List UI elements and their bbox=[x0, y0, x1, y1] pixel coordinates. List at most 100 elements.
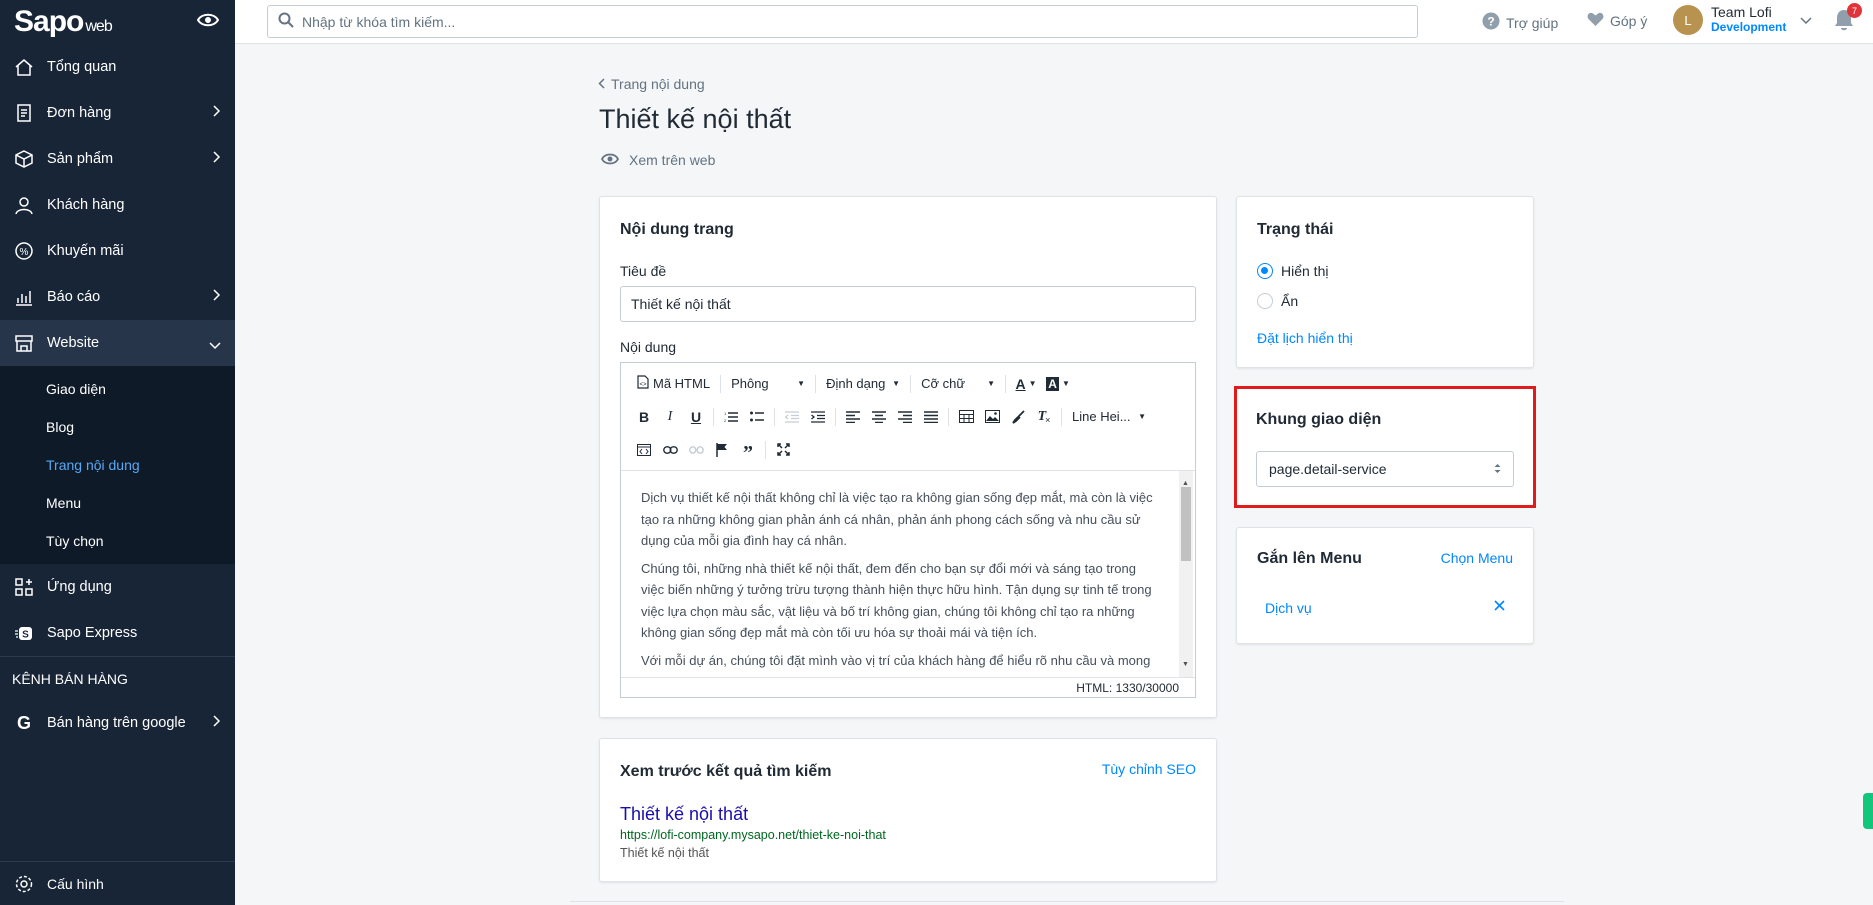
chevron-right-icon bbox=[213, 151, 221, 167]
schedule-publish-link[interactable]: Đặt lịch hiển thị bbox=[1257, 330, 1353, 346]
font-select[interactable]: Phông ▼ bbox=[725, 376, 811, 391]
scroll-thumb[interactable] bbox=[1181, 487, 1191, 561]
store-icon bbox=[12, 331, 36, 355]
chart-icon bbox=[12, 285, 36, 309]
svg-text:S: S bbox=[22, 630, 29, 641]
visible-radio[interactable] bbox=[1257, 263, 1273, 279]
chevron-right-icon bbox=[213, 105, 221, 121]
image-icon[interactable] bbox=[979, 405, 1005, 429]
sidebar-item-sapo-express[interactable]: S Sapo Express bbox=[0, 610, 235, 656]
table-icon[interactable] bbox=[953, 405, 979, 429]
font-size-select[interactable]: Cỡ chữ ▼ bbox=[915, 376, 1001, 391]
chat-widget-tab[interactable] bbox=[1863, 793, 1873, 829]
subnav-item-preferences[interactable]: Tùy chọn bbox=[0, 522, 235, 560]
ordered-list-icon[interactable]: 12 bbox=[718, 405, 744, 429]
format-painter-icon[interactable] bbox=[1005, 405, 1031, 429]
sidebar-item-label: Đơn hàng bbox=[47, 105, 112, 121]
format-select[interactable]: Định dạng ▼ bbox=[820, 376, 906, 391]
sidebar-item-customers[interactable]: Khách hàng bbox=[0, 182, 235, 228]
toolbar-separator bbox=[815, 374, 817, 393]
sidebar-item-label: Báo cáo bbox=[47, 289, 101, 305]
sidebar-item-promotions[interactable]: % Khuyến mãi bbox=[0, 228, 235, 274]
blockquote-icon[interactable]: ” bbox=[735, 438, 761, 464]
view-store-eye-icon[interactable] bbox=[196, 12, 220, 31]
line-height-select-label: Line Hei... bbox=[1072, 409, 1131, 424]
template-select[interactable]: page.detail-service bbox=[1256, 451, 1514, 487]
toolbar-separator bbox=[765, 440, 766, 459]
editor-status-bar: HTML: 1330/30000 bbox=[621, 677, 1195, 697]
subnav-item-blog[interactable]: Blog bbox=[0, 408, 235, 446]
hidden-label: Ẩn bbox=[1281, 293, 1299, 309]
subnav-item-menu[interactable]: Menu bbox=[0, 484, 235, 522]
search-input[interactable] bbox=[302, 13, 1302, 30]
align-left-icon[interactable] bbox=[840, 405, 866, 429]
close-icon[interactable] bbox=[1494, 598, 1505, 616]
menu-card: Gắn lên Menu Chọn Menu Dịch vụ bbox=[1236, 527, 1534, 644]
sidebar-item-website[interactable]: Website bbox=[0, 320, 235, 366]
hidden-radio[interactable] bbox=[1257, 293, 1273, 309]
sidebar-item-google-shopping[interactable]: G Bán hàng trên google bbox=[0, 700, 235, 746]
breadcrumb[interactable]: Trang nội dung bbox=[598, 76, 705, 92]
eye-icon bbox=[600, 152, 620, 168]
italic-icon[interactable]: I bbox=[657, 405, 683, 429]
menu-item-link[interactable]: Dịch vụ bbox=[1265, 600, 1312, 616]
help-link[interactable]: ? Trợ giúp bbox=[1482, 12, 1558, 33]
sapo-logo[interactable]: Sapo web bbox=[14, 5, 113, 39]
sales-channels-heading: KÊNH BÁN HÀNG bbox=[0, 656, 235, 700]
underline-icon[interactable]: U bbox=[683, 405, 709, 429]
link-icon[interactable] bbox=[657, 438, 683, 462]
font-size-select-label: Cỡ chữ bbox=[921, 376, 966, 391]
toolbar-separator bbox=[948, 407, 949, 426]
bullet-list-icon[interactable] bbox=[744, 405, 770, 429]
percent-icon: % bbox=[12, 239, 36, 263]
sidebar-item-apps[interactable]: Ứng dụng bbox=[0, 564, 235, 610]
select-arrows-icon bbox=[1494, 461, 1501, 477]
visibility-card-title: Trạng thái bbox=[1257, 221, 1334, 238]
subnav-item-themes[interactable]: Giao diện bbox=[0, 370, 235, 408]
fullscreen-icon[interactable] bbox=[770, 438, 796, 462]
feedback-link[interactable]: Góp ý bbox=[1587, 12, 1647, 30]
scroll-down-arrow-icon[interactable]: ▼ bbox=[1182, 654, 1189, 676]
unlink-icon[interactable] bbox=[683, 438, 709, 462]
indent-icon[interactable] bbox=[805, 405, 831, 429]
visible-radio-option[interactable]: Hiển thị bbox=[1257, 263, 1328, 279]
code-view-icon[interactable] bbox=[631, 438, 657, 462]
notification-badge: 7 bbox=[1847, 3, 1862, 18]
background-color-icon[interactable]: A ▼ bbox=[1042, 372, 1074, 396]
anchor-flag-icon[interactable] bbox=[709, 438, 735, 462]
caret-down-icon: ▼ bbox=[987, 379, 996, 388]
template-card: Khung giao diện page.detail-service bbox=[1237, 389, 1533, 505]
sidebar-item-reports[interactable]: Báo cáo bbox=[0, 274, 235, 320]
text-color-icon[interactable]: A ▼ bbox=[1010, 372, 1042, 396]
svg-text:<>: <> bbox=[639, 382, 647, 388]
view-on-web-link[interactable]: Xem trên web bbox=[600, 152, 715, 168]
svg-text:?: ? bbox=[1487, 15, 1494, 29]
bold-icon[interactable]: B bbox=[631, 405, 657, 429]
chevron-down-icon bbox=[1800, 12, 1812, 28]
sidebar-item-overview[interactable]: Tổng quan bbox=[0, 44, 235, 90]
heart-icon bbox=[1587, 12, 1604, 30]
sidebar-item-settings[interactable]: Cấu hình bbox=[0, 861, 235, 905]
subnav-item-pages[interactable]: Trang nội dung bbox=[0, 446, 235, 484]
align-center-icon[interactable] bbox=[866, 405, 892, 429]
sidebar-item-label: Ứng dụng bbox=[47, 579, 112, 595]
sidebar-item-orders[interactable]: Đơn hàng bbox=[0, 90, 235, 136]
search-box[interactable] bbox=[267, 5, 1418, 38]
divider bbox=[570, 901, 1564, 902]
editor-scrollbar[interactable]: ▲ ▼ bbox=[1179, 471, 1193, 677]
outdent-icon[interactable] bbox=[779, 405, 805, 429]
customize-seo-link[interactable]: Tùy chỉnh SEO bbox=[1102, 761, 1196, 777]
line-height-select[interactable]: Line Hei... ▼ bbox=[1066, 409, 1152, 424]
editor-content[interactable]: Dịch vụ thiết kế nội thất không chỉ là v… bbox=[621, 471, 1195, 677]
align-justify-icon[interactable] bbox=[918, 405, 944, 429]
html-source-button[interactable]: <> Mã HTML bbox=[631, 372, 716, 396]
sidebar-item-products[interactable]: Sản phẩm bbox=[0, 136, 235, 182]
sidebar-item-label: Tổng quan bbox=[47, 59, 117, 75]
title-input[interactable] bbox=[620, 286, 1196, 322]
hidden-radio-option[interactable]: Ẩn bbox=[1257, 293, 1298, 309]
sidebar-item-label: Sapo Express bbox=[47, 625, 138, 641]
user-menu[interactable]: L Team Lofi Development bbox=[1673, 5, 1812, 35]
choose-menu-link[interactable]: Chọn Menu bbox=[1441, 550, 1513, 566]
align-right-icon[interactable] bbox=[892, 405, 918, 429]
clear-format-icon[interactable]: T × bbox=[1031, 405, 1057, 429]
